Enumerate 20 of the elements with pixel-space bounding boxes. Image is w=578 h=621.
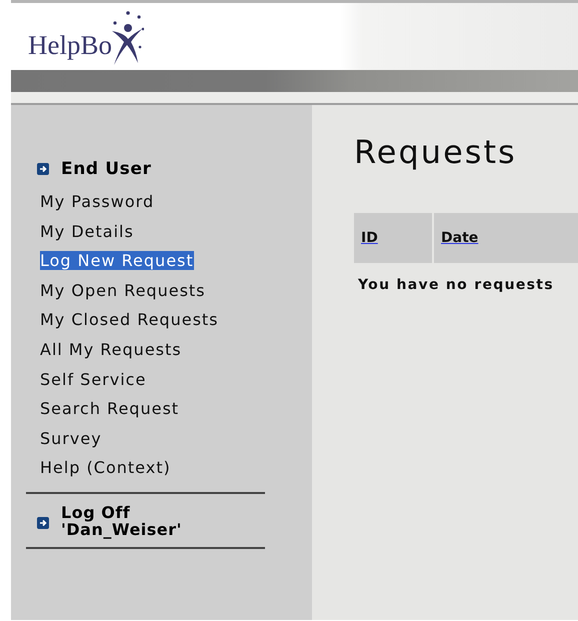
sort-link[interactable]: Date [441, 230, 478, 246]
sidebar-link[interactable]: My Password [40, 187, 154, 217]
arrow-icon [37, 163, 49, 175]
page-title: Requests [354, 133, 518, 171]
sidebar-link[interactable]: All My Requests [40, 334, 182, 365]
sidebar-link[interactable]: My Closed Requests [40, 305, 219, 335]
sidebar-link[interactable]: Search Request [40, 394, 180, 424]
sidebar-link[interactable]: Self Service [40, 364, 146, 394]
section-title: End User [61, 159, 152, 179]
star-figure-icon [110, 8, 144, 66]
sidebar-link[interactable]: My Details [40, 216, 134, 246]
sort-link[interactable]: ID [361, 230, 378, 246]
logo-text: HelpBo [28, 32, 112, 58]
empty-message: You have no requests [358, 277, 555, 293]
sidebar-link[interactable]: Help (Context) [40, 453, 171, 483]
arrow-icon [37, 516, 49, 529]
sidebar-link[interactable]: Log New Request [40, 251, 194, 270]
sidebar-link[interactable]: Survey [40, 424, 102, 454]
log-off-link[interactable]: Log Off 'Dan_Weiser' [61, 504, 182, 538]
sidebar-link[interactable]: My Open Requests [40, 276, 206, 306]
